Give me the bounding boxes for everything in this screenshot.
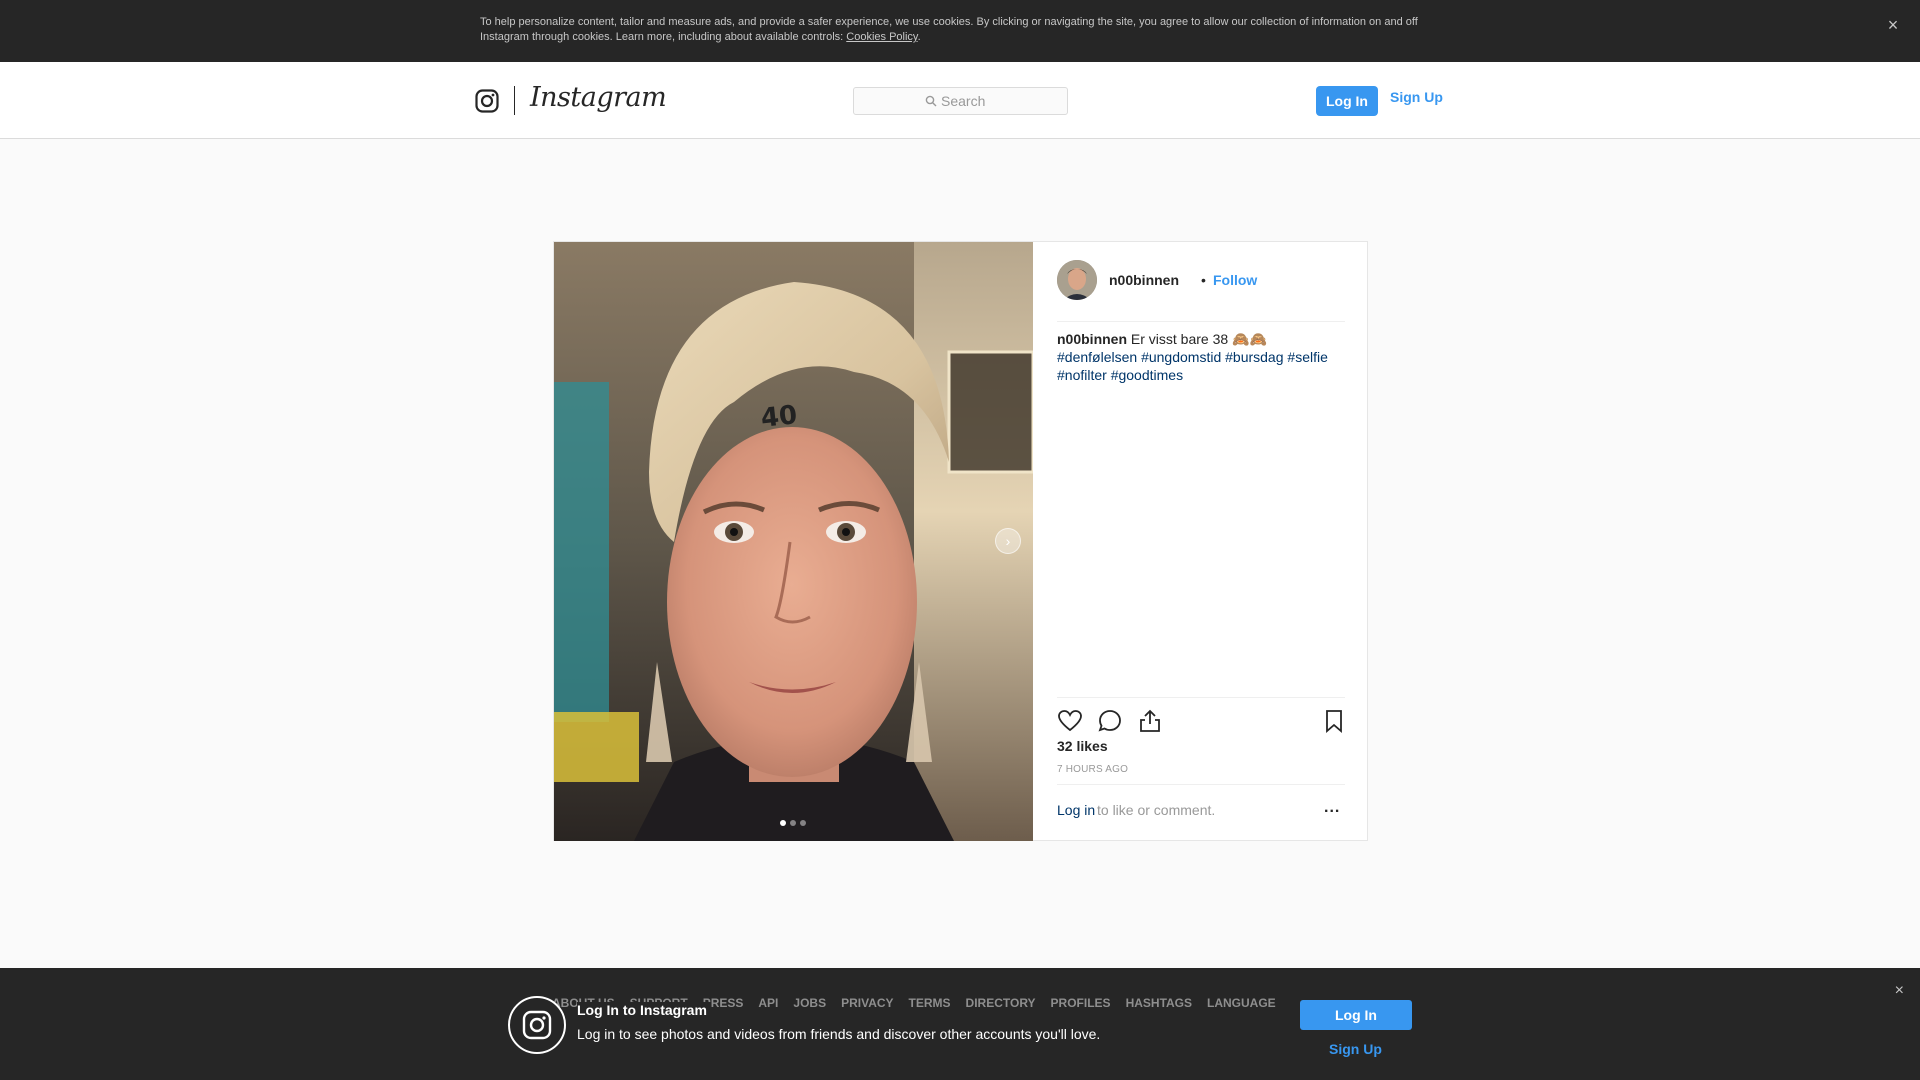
hashtag-link[interactable]: #nofilter [1057, 367, 1107, 383]
footer-link-hashtags[interactable]: HASHTAGS [1126, 996, 1192, 1010]
comment-bar: Log in to like or comment. ... [1057, 784, 1345, 836]
search-placeholder: Search [941, 93, 986, 109]
separator-bullet: • [1201, 272, 1206, 288]
next-photo-chevron-icon[interactable]: › [995, 528, 1021, 554]
share-icon[interactable] [1137, 708, 1163, 734]
selfie-image [554, 242, 1033, 841]
top-nav: Instagram Search Log In Sign Up [0, 62, 1920, 139]
post-username[interactable]: n00binnen [1109, 272, 1179, 288]
hashtag-link[interactable]: #ungdomstid [1141, 349, 1221, 365]
hashtag-link[interactable]: #selfie [1287, 349, 1327, 365]
cookie-banner: To help personalize content, tailor and … [0, 0, 1920, 62]
comment-login-link[interactable]: Log in [1057, 802, 1095, 818]
post-details: n00binnen • Follow n00binnen Er visst ba… [1033, 242, 1368, 841]
post-photo[interactable]: 40 › [554, 242, 1033, 841]
search-input[interactable]: Search [853, 87, 1068, 115]
cookie-text: To help personalize content, tailor and … [480, 15, 1440, 45]
post-timestamp[interactable]: 7 HOURS AGO [1057, 764, 1128, 775]
heart-icon[interactable] [1057, 708, 1083, 734]
forehead-number: 40 [759, 400, 799, 434]
post-header: n00binnen • Follow [1057, 260, 1345, 322]
post-actions [1057, 697, 1345, 737]
comment-icon[interactable] [1097, 708, 1123, 734]
footer-link-terms[interactable]: TERMS [909, 996, 951, 1010]
carousel-indicator [780, 820, 806, 826]
signup-link[interactable]: Sign Up [1329, 1041, 1382, 1057]
signup-link[interactable]: Sign Up [1390, 89, 1443, 105]
hashtag-link[interactable]: #bursdag [1225, 349, 1283, 365]
follow-button[interactable]: Follow [1213, 272, 1257, 288]
footer-link-api[interactable]: API [758, 996, 778, 1010]
avatar-image [1057, 260, 1097, 300]
close-icon[interactable]: × [1884, 16, 1902, 34]
search-icon [925, 95, 937, 107]
close-icon[interactable]: × [1895, 982, 1904, 1000]
cookie-trailing: . [917, 31, 921, 43]
login-prompt-bar: ABOUT US SUPPORT PRESS API JOBS PRIVACY … [0, 968, 1920, 1080]
post-card: 40 › n00binnen • Follow n00binnen Er vis… [553, 241, 1368, 841]
login-button[interactable]: Log In [1316, 86, 1378, 116]
caption-text: Er visst bare 38 🙈🙈 [1130, 331, 1267, 347]
login-prompt-title: Log In to Instagram [577, 1002, 711, 1018]
avatar[interactable] [1057, 260, 1097, 300]
login-button[interactable]: Log In [1300, 1000, 1412, 1030]
footer-link-jobs[interactable]: JOBS [793, 996, 826, 1010]
instagram-camera-icon [508, 996, 566, 1054]
login-prompt-description: Log in to see photos and videos from fri… [577, 1026, 1101, 1042]
footer-link-privacy[interactable]: PRIVACY [841, 996, 893, 1010]
instagram-wordmark[interactable]: Instagram [530, 82, 667, 113]
hashtag-link[interactable]: #goodtimes [1111, 367, 1183, 383]
carousel-dot [780, 820, 786, 826]
carousel-dot [800, 820, 806, 826]
footer-link-profiles[interactable]: PROFILES [1051, 996, 1111, 1010]
more-options-icon[interactable]: ... [1324, 799, 1340, 817]
likes-count[interactable]: 32 likes [1057, 738, 1108, 754]
post-caption: n00binnen Er visst bare 38 🙈🙈 #denfølels… [1057, 330, 1345, 384]
caption-username[interactable]: n00binnen [1057, 331, 1127, 347]
footer-link-directory[interactable]: DIRECTORY [966, 996, 1036, 1010]
instagram-camera-icon[interactable] [475, 89, 499, 113]
logo-divider [514, 86, 515, 115]
comment-prompt-text: to like or comment. [1097, 802, 1216, 818]
carousel-dot [790, 820, 796, 826]
hashtag-link[interactable]: #denfølelsen [1057, 349, 1137, 365]
cookies-policy-link[interactable]: Cookies Policy [846, 31, 917, 43]
cookie-message: To help personalize content, tailor and … [480, 16, 1418, 43]
bookmark-icon[interactable] [1321, 708, 1347, 734]
footer-link-language[interactable]: LANGUAGE [1207, 996, 1276, 1010]
